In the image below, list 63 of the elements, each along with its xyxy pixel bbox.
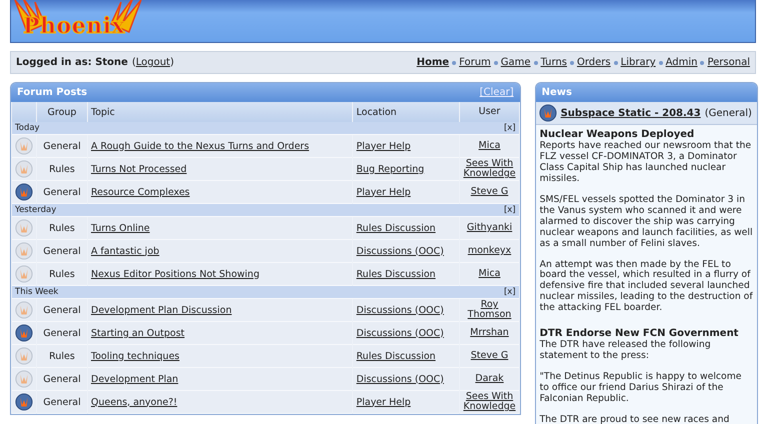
column-header [12,102,36,122]
headline-link[interactable]: Subspace Static - 208.43 [560,108,701,118]
nav-link[interactable]: Home [416,57,450,68]
topic-link[interactable]: Resource Complexes [91,186,190,198]
article-paragraph: The DTR are proud to see new races and [540,415,730,424]
paren-text: ) [170,57,174,68]
column-header[interactable]: User [460,102,519,122]
table-cell: Rules [37,263,87,286]
table-cell: General [37,299,87,322]
nav-link[interactable]: Admin [666,57,698,68]
nav-link[interactable]: Library [620,57,656,68]
column-header[interactable]: Location [353,102,460,122]
topic-link[interactable]: A fantastic job [91,246,160,256]
table-cell: Rules [37,345,87,368]
table-cell: General [37,135,87,158]
bullet-icon [658,60,663,64]
table-cell: Rules [37,217,87,240]
user-link[interactable]: Mica [478,141,500,151]
table-cell: General [37,368,87,391]
article-title: DTR Endorse New FCN Government [540,328,740,340]
bullet-icon [700,60,704,64]
table-cell: General [37,181,87,204]
collapse-link[interactable]: [x] [504,205,516,215]
nav-link[interactable]: Orders [577,57,611,68]
user-link[interactable]: Mica [478,269,500,279]
group-label: Today [15,123,40,133]
table-cell: General [37,391,87,414]
nav-link[interactable]: Personal [707,57,750,68]
article-paragraph: SMS/FEL vessels spotted the Dominator 3 in the Vanus system who scanned it and were alarmed to discover the ship was carrying nuclear weapons and launch facilities, as well as a small number of Felini slaves. [540,194,753,250]
article-paragraph: The DTR have released the following statement to the press: [540,340,712,362]
column-header[interactable]: Group [37,102,87,122]
topic-link[interactable]: Turns Not Processed [91,164,187,174]
paren-text: ( [132,57,136,68]
panel-title: Forum Posts [17,87,88,98]
logout-link[interactable]: Logout [136,57,170,68]
nav-link[interactable]: Game [500,57,531,68]
headline-group: (General) [704,108,752,118]
panel-title: News [542,87,572,98]
topic-link[interactable]: Tooling techniques [91,350,180,362]
column-header[interactable]: Topic [88,102,352,122]
article-paragraph: Reports have reached our newsroom that the FLZ vessel CF-DOMINATOR 3, a Dominator Class Capital Ship has launched nuclear missiles. [540,140,752,185]
bullet-icon [614,60,618,64]
topic-link[interactable]: Turns Online [91,222,150,234]
table-cell: Rules [37,158,87,181]
collapse-link[interactable]: [x] [504,123,516,133]
article-title: Nuclear Weapons Deployed [540,129,696,141]
table-cell: General [37,322,87,345]
login-status: Logged in as: Stone [16,57,128,68]
topic-link[interactable]: Starting an Outpost [91,328,185,338]
bullet-icon [570,60,574,64]
collapse-link[interactable]: [x] [504,287,516,297]
nav-link[interactable]: Forum [459,57,491,68]
bullet-icon [534,60,538,64]
table-cell: General [37,240,87,263]
bullet-icon [494,60,498,64]
article-paragraph: "The Detinus Republic is happy to welcome to office our friend Darius Shirazi of the Falconian Republic. [540,372,743,405]
bullet-icon [452,60,456,64]
topic-link[interactable]: Development Plan [91,374,178,384]
group-label: Yesterday [15,205,56,215]
article-paragraph: An attempt was then made by the FEL to board the vessel, which resulted in a flurry of defensive fire that included several launched nuclear missiles, leading to the destruction of the attacking FEL boarder. [540,260,753,314]
topic-link[interactable]: Queens, anyone?! [91,396,178,408]
nav-link[interactable]: Turns [540,57,567,68]
group-label: This Week [15,287,58,297]
